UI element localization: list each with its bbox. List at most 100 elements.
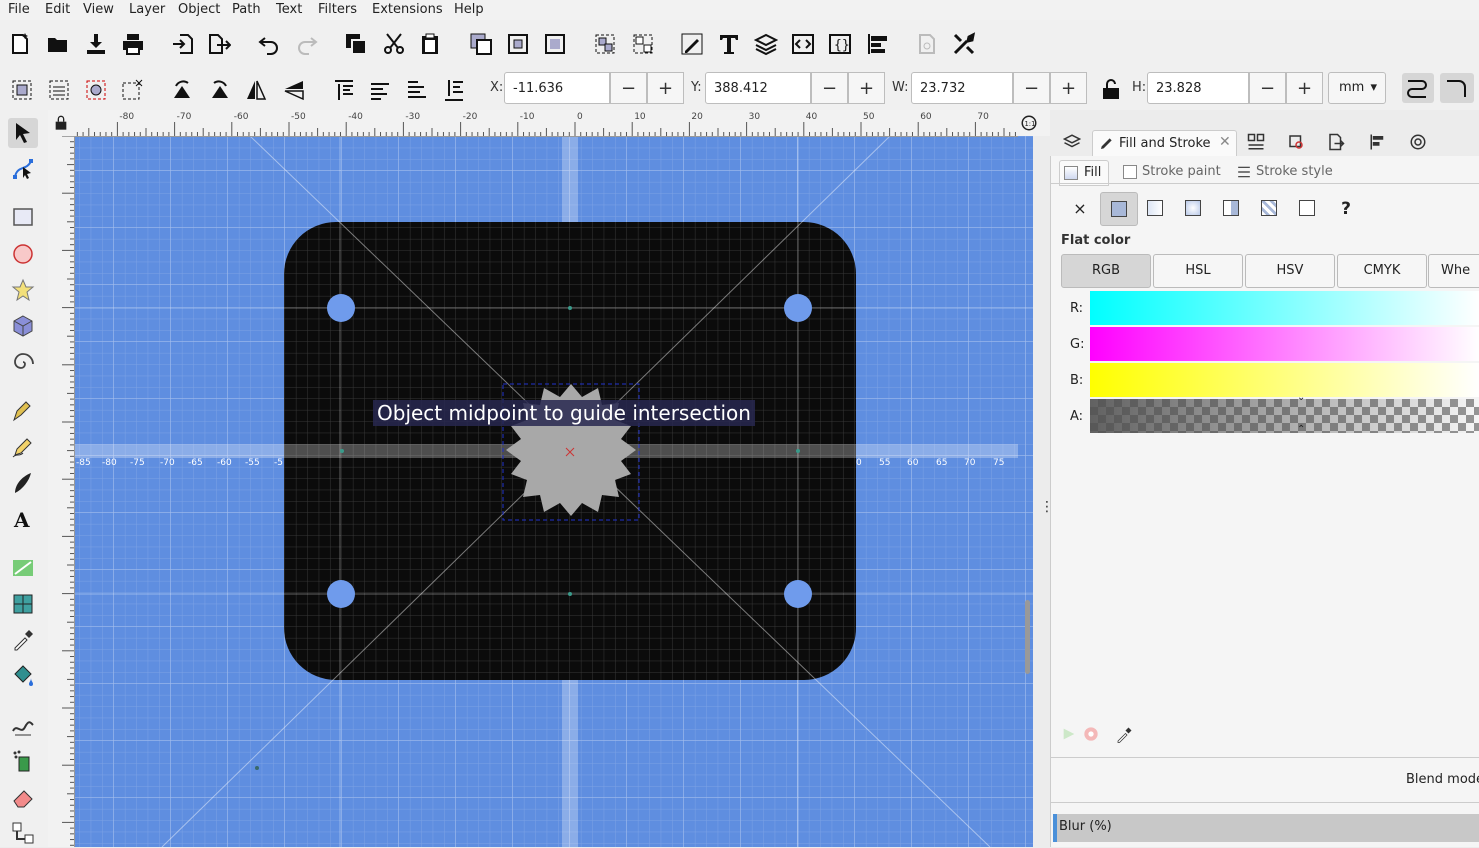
mode-hsl[interactable]: HSL <box>1153 254 1243 288</box>
export-icon[interactable] <box>205 30 233 58</box>
y-field[interactable]: 388.412 <box>705 72 811 104</box>
eraser-tool-icon[interactable] <box>8 782 38 812</box>
flat-color-button[interactable] <box>1100 192 1138 226</box>
new-document-icon[interactable] <box>6 30 34 58</box>
paint-bucket-tool-icon[interactable] <box>8 661 38 691</box>
layers-tab-icon[interactable] <box>1058 128 1086 156</box>
flip-horizontal-icon[interactable] <box>242 76 270 104</box>
no-paint-button[interactable]: × <box>1067 196 1093 222</box>
transform-corners-icon[interactable] <box>1440 73 1474 103</box>
spray-tool-icon[interactable] <box>8 746 38 776</box>
menu-edit[interactable]: Edit <box>45 2 70 17</box>
import-icon[interactable] <box>169 30 197 58</box>
lock-icon[interactable] <box>1097 75 1125 103</box>
unset-paint-button[interactable]: ? <box>1333 196 1359 222</box>
tweak-tool-icon[interactable] <box>8 710 38 740</box>
save-icon[interactable] <box>82 30 110 58</box>
units-select[interactable]: mm ▾ <box>1328 72 1386 104</box>
canvas[interactable]: Object midpoint to guide intersection -8… <box>48 110 1033 847</box>
mode-rgb[interactable]: RGB <box>1061 254 1151 288</box>
w-plus-button[interactable]: + <box>1050 72 1087 104</box>
rectangle-tool-icon[interactable] <box>8 202 38 232</box>
print-icon[interactable] <box>119 30 147 58</box>
open-icon[interactable] <box>44 30 72 58</box>
vertical-scrollbar[interactable] <box>1025 600 1030 674</box>
redo-icon[interactable] <box>293 30 321 58</box>
calligraphy-tool-icon[interactable] <box>8 468 38 498</box>
mesh-gradient-button[interactable] <box>1223 200 1239 216</box>
x-field[interactable]: -11.636 <box>504 72 610 104</box>
deselect-icon[interactable] <box>118 76 146 104</box>
select-same-icon[interactable] <box>82 76 110 104</box>
connector-tool-icon[interactable] <box>8 818 38 848</box>
paste-icon[interactable] <box>416 30 444 58</box>
layers-icon[interactable] <box>752 30 780 58</box>
h-plus-button[interactable]: + <box>1286 72 1323 104</box>
channel-r-slider[interactable] <box>1090 291 1479 325</box>
pen-tool-icon[interactable] <box>8 396 38 426</box>
tab-fill-and-stroke[interactable]: Fill and Stroke ✕ <box>1092 130 1237 157</box>
transform-tab-icon[interactable] <box>1282 128 1310 156</box>
lower-to-bottom-icon[interactable] <box>440 76 468 104</box>
x-plus-button[interactable]: + <box>647 72 684 104</box>
node-tool-icon[interactable] <box>8 154 38 184</box>
duplicate-icon[interactable] <box>467 30 495 58</box>
blur-slider[interactable]: Blur (%) <box>1053 814 1479 842</box>
raise-icon[interactable] <box>366 76 394 104</box>
zoom-correction-icon[interactable]: 1:1 <box>1018 110 1050 136</box>
objects-tab-icon[interactable] <box>1242 128 1270 156</box>
radial-gradient-button[interactable] <box>1185 200 1201 216</box>
preferences-icon[interactable] <box>950 30 978 58</box>
document-properties-icon[interactable] <box>913 30 941 58</box>
mode-cmyk[interactable]: CMYK <box>1337 254 1427 288</box>
y-minus-button[interactable]: − <box>811 72 848 104</box>
menu-text[interactable]: Text <box>276 2 302 17</box>
channel-g-slider[interactable] <box>1090 327 1479 361</box>
menu-extensions[interactable]: Extensions <box>372 2 443 17</box>
align-tab-icon[interactable] <box>1364 128 1392 156</box>
rotate-cw-icon[interactable] <box>206 76 234 104</box>
menu-layer[interactable]: Layer <box>129 2 165 17</box>
undo-icon[interactable] <box>255 30 283 58</box>
dropper-tool-icon[interactable] <box>8 625 38 655</box>
menu-object[interactable]: Object <box>178 2 220 17</box>
unlink-clone-icon[interactable] <box>541 30 569 58</box>
pattern-button[interactable] <box>1261 200 1277 216</box>
3d-box-tool-icon[interactable] <box>8 311 38 341</box>
spiral-tool-icon[interactable] <box>8 347 38 377</box>
raise-to-top-icon[interactable] <box>330 76 358 104</box>
w-field[interactable]: 23.732 <box>911 72 1013 104</box>
h-minus-button[interactable]: − <box>1249 72 1286 104</box>
group-icon[interactable] <box>591 30 619 58</box>
h-field[interactable]: 23.828 <box>1147 72 1249 104</box>
mesh-tool-icon[interactable] <box>8 589 38 619</box>
clone-icon[interactable] <box>504 30 532 58</box>
text-font-icon[interactable] <box>715 30 743 58</box>
ungroup-icon[interactable] <box>629 30 657 58</box>
transform-stroke-icon[interactable] <box>1402 73 1434 103</box>
pick-color-icon[interactable] <box>1115 726 1133 744</box>
menu-help[interactable]: Help <box>454 2 484 17</box>
y-plus-button[interactable]: + <box>848 72 885 104</box>
align-distribute-icon[interactable] <box>864 30 892 58</box>
flip-vertical-icon[interactable] <box>280 76 308 104</box>
menu-path[interactable]: Path <box>232 2 261 17</box>
star-tool-icon[interactable] <box>8 275 38 305</box>
pencil-tool-icon[interactable] <box>8 432 38 462</box>
select-all-layers-icon[interactable] <box>45 76 73 104</box>
swatches-tab-icon[interactable] <box>1404 128 1432 156</box>
mode-wheel[interactable]: Whe <box>1428 254 1479 288</box>
channel-b-slider[interactable] <box>1090 363 1479 397</box>
swatch-button[interactable] <box>1299 200 1315 216</box>
cut-icon[interactable] <box>380 30 408 58</box>
text-tool-icon[interactable]: A <box>8 504 38 534</box>
menu-view[interactable]: View <box>83 2 114 17</box>
gradient-tool-icon[interactable] <box>8 553 38 583</box>
xml-icon[interactable] <box>789 30 817 58</box>
channel-a-slider[interactable] <box>1090 399 1479 433</box>
ellipse-tool-icon[interactable] <box>8 239 38 269</box>
menu-filters[interactable]: Filters <box>318 2 357 17</box>
linear-gradient-button[interactable] <box>1147 200 1163 216</box>
menu-file[interactable]: File <box>8 2 30 17</box>
copy-icon[interactable] <box>342 30 370 58</box>
